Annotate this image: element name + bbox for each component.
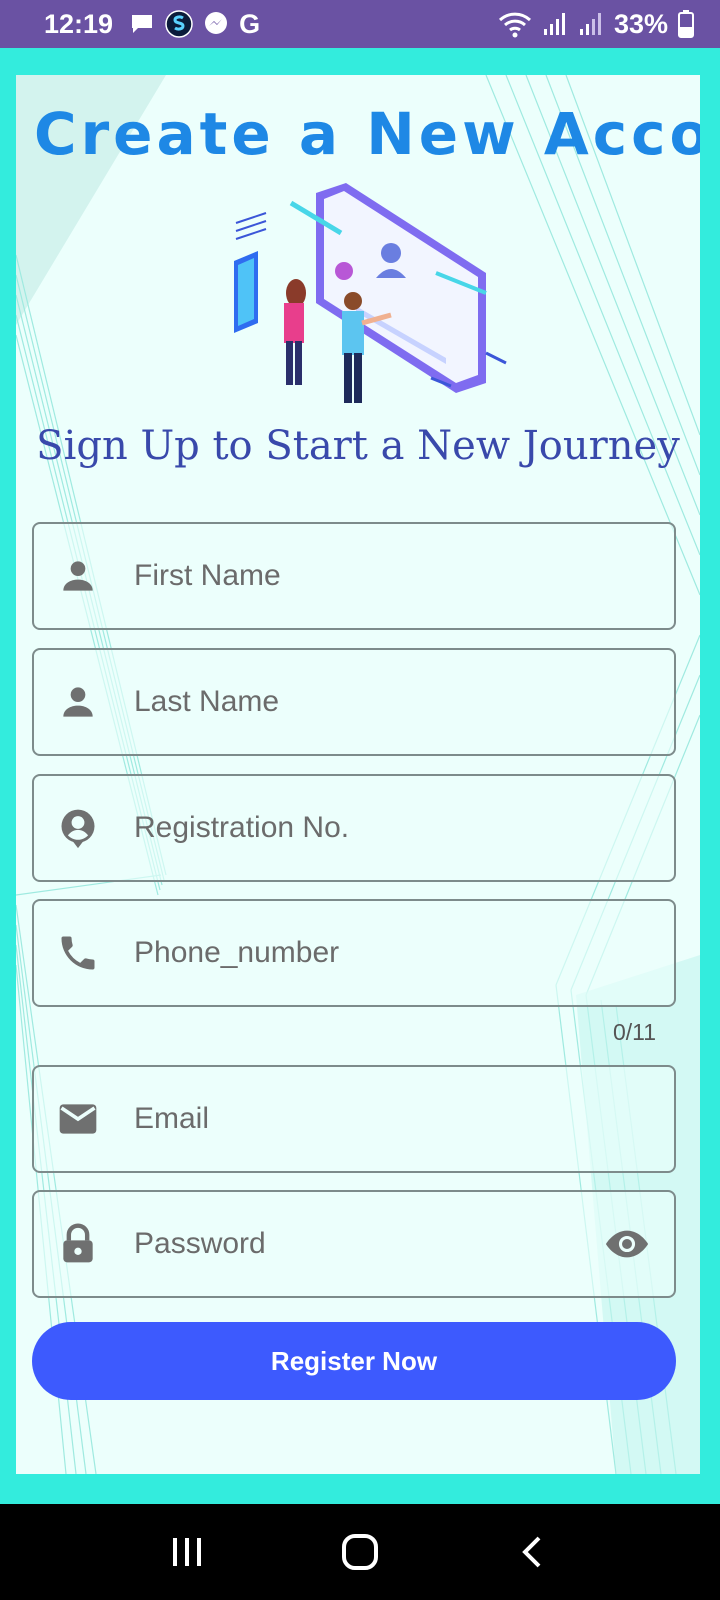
page-title: Create a New Account — [34, 100, 700, 168]
battery-percent: 33% — [613, 8, 668, 39]
password-field[interactable] — [32, 1190, 676, 1298]
mail-icon — [59, 1104, 97, 1134]
wifi-icon — [498, 10, 532, 38]
password-input[interactable] — [134, 1192, 604, 1296]
last-name-input[interactable] — [134, 650, 604, 754]
phone-input[interactable] — [134, 901, 604, 1005]
eye-icon[interactable] — [604, 1221, 650, 1267]
messenger-icon — [203, 11, 229, 37]
signal-icon — [542, 11, 568, 37]
first-name-field[interactable] — [32, 522, 676, 630]
status-right: 33% — [498, 9, 694, 40]
signal-icon-2 — [578, 11, 604, 37]
navigation-bar — [0, 1504, 720, 1600]
status-left: 12:19 G — [44, 9, 260, 40]
app-s-icon — [165, 10, 193, 38]
last-name-field[interactable] — [32, 648, 676, 756]
registration-field[interactable] — [32, 774, 676, 882]
email-field[interactable] — [32, 1065, 676, 1173]
person-icon — [63, 561, 93, 591]
home-button[interactable] — [330, 1522, 390, 1582]
registration-input[interactable] — [134, 776, 604, 880]
signup-card: Create a New Account — [16, 75, 700, 1474]
status-bar: 12:19 G 33% — [0, 0, 720, 48]
phone-field[interactable] — [32, 899, 676, 1007]
page-subtitle: Sign Up to Start a New Journey — [36, 423, 680, 469]
home-icon — [341, 1534, 378, 1570]
back-button[interactable] — [503, 1522, 563, 1582]
chat-bubble-icon — [129, 11, 155, 37]
person-icon — [63, 687, 93, 717]
battery-icon — [678, 10, 694, 38]
email-input[interactable] — [134, 1067, 604, 1171]
recent-apps-button[interactable] — [157, 1522, 217, 1582]
lock-icon — [63, 1223, 93, 1263]
signup-illustration — [234, 183, 507, 403]
phone-char-counter: 0/11 — [612, 1019, 656, 1045]
phone-icon — [61, 936, 95, 970]
account-circle-icon — [61, 809, 95, 849]
register-button[interactable]: Register Now — [32, 1322, 676, 1400]
first-name-input[interactable] — [134, 524, 604, 628]
status-time: 12:19 — [44, 8, 114, 39]
google-icon: G — [239, 8, 261, 39]
recent-apps-icon — [172, 1538, 201, 1566]
back-icon — [522, 1536, 541, 1568]
